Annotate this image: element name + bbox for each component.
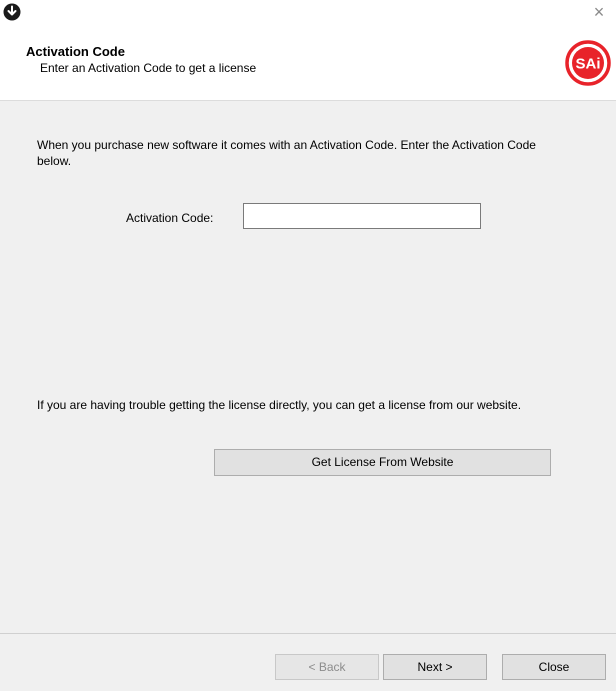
next-button[interactable]: Next > xyxy=(383,654,487,680)
get-license-button[interactable]: Get License From Website xyxy=(214,449,551,476)
title-bar: × xyxy=(0,0,616,24)
wizard-footer: < Back Next > Close xyxy=(0,634,616,691)
activation-code-input[interactable] xyxy=(243,203,481,229)
logo-text: SAi xyxy=(575,56,600,73)
content-panel xyxy=(0,101,616,633)
download-icon xyxy=(3,3,21,21)
page-subtitle: Enter an Activation Code to get a licens… xyxy=(40,61,257,75)
wizard-header: Activation Code Enter an Activation Code… xyxy=(0,24,616,100)
sai-logo: SAi xyxy=(565,40,611,86)
back-button[interactable]: < Back xyxy=(275,654,379,680)
help-text: If you are having trouble getting the li… xyxy=(37,398,522,412)
activation-code-label: Activation Code: xyxy=(126,211,214,225)
intro-text: When you purchase new software it comes … xyxy=(37,138,536,168)
close-icon[interactable]: × xyxy=(586,1,612,23)
close-button[interactable]: Close xyxy=(502,654,606,680)
page-title: Activation Code xyxy=(26,44,125,59)
